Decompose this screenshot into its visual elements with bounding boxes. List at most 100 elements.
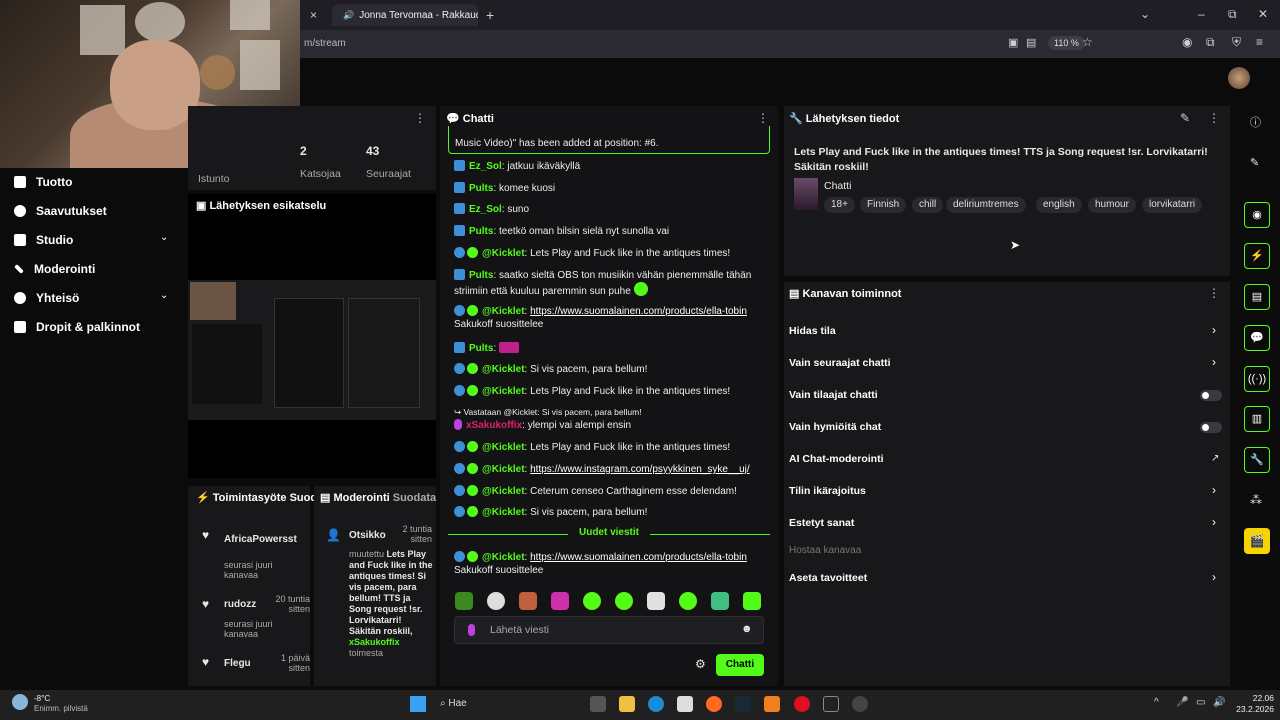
- tag-chip[interactable]: Finnish: [860, 197, 907, 213]
- tool-row-age-restriction[interactable]: Tilin ikärajoitus: [789, 485, 866, 497]
- reader-icon[interactable]: ▤: [1026, 36, 1036, 49]
- emote-icon[interactable]: [647, 592, 665, 610]
- weather-icon[interactable]: [12, 694, 28, 710]
- nav-item-yhteiso[interactable]: Yhteisö: [14, 291, 79, 305]
- clock-date[interactable]: 23.2.2026: [1226, 704, 1274, 714]
- extensions-icon[interactable]: ⧉: [1206, 35, 1215, 50]
- category-name[interactable]: Chatti: [824, 180, 851, 192]
- pencil-icon[interactable]: ✎: [1250, 156, 1259, 169]
- emote-icon[interactable]: [711, 592, 729, 610]
- stats-menu-icon[interactable]: ⋮: [414, 111, 426, 125]
- nav-item-saavutukset[interactable]: Saavutukset: [14, 204, 107, 218]
- volume-icon[interactable]: 🔊: [1213, 697, 1225, 708]
- tool-row-goals[interactable]: Aseta tavoitteet: [789, 572, 867, 584]
- terminal-icon[interactable]: [823, 696, 839, 712]
- chat-username[interactable]: @Kicklet: [482, 386, 525, 397]
- broadcast-tool-icon[interactable]: ((·)): [1244, 366, 1270, 392]
- moderation-user[interactable]: xSakukoffix: [349, 637, 400, 647]
- tray-chevron-icon[interactable]: ^: [1154, 697, 1159, 708]
- zoom-level[interactable]: 110 %: [1048, 36, 1085, 50]
- close-tab-left-icon[interactable]: ×: [310, 8, 317, 22]
- info-icon[interactable]: ⓘ: [1250, 114, 1261, 130]
- emote-icon[interactable]: [487, 592, 505, 610]
- tool-row-followers-only[interactable]: Vain seuraajat chatti: [789, 357, 891, 369]
- settings-icon[interactable]: [852, 696, 868, 712]
- emote-icon[interactable]: [615, 592, 633, 610]
- tab-list-chevron-icon[interactable]: ⌄: [1140, 7, 1150, 21]
- browser-tab[interactable]: 🔊 Jonna Tervomaa - Rakkaud ×: [332, 4, 478, 26]
- chat-username[interactable]: @Kicklet: [482, 306, 525, 317]
- maximize-button[interactable]: ⧉: [1228, 7, 1237, 22]
- network-icon[interactable]: ▭: [1196, 697, 1205, 708]
- emote-icon[interactable]: [583, 592, 601, 610]
- task-view-icon[interactable]: [590, 696, 606, 712]
- emote-icon[interactable]: [551, 592, 569, 610]
- chat-username[interactable]: @Kicklet: [482, 486, 525, 497]
- new-messages-divider[interactable]: Uudet viestit: [448, 527, 770, 541]
- tag-chip[interactable]: deliriumtremes: [946, 197, 1026, 213]
- chat-link[interactable]: https://www.instagram.com/psyykkinen_syk…: [530, 464, 750, 475]
- chat-link[interactable]: https://www.suomalainen.com/products/ell…: [530, 306, 747, 317]
- taskbar-search[interactable]: ⌕ Hae: [440, 698, 467, 709]
- account-icon[interactable]: ◉: [1182, 35, 1192, 49]
- tool-row-blocked-words[interactable]: Estetyt sanat: [789, 517, 854, 529]
- firefox-icon[interactable]: [706, 696, 722, 712]
- camera-tool-icon[interactable]: ◉: [1244, 202, 1270, 228]
- emoji-picker-icon[interactable]: ☻: [741, 623, 753, 635]
- chat-username[interactable]: Pults: [469, 183, 493, 194]
- chat-username[interactable]: @Kicklet: [482, 552, 525, 563]
- stream-info-menu-icon[interactable]: ⋮: [1208, 111, 1220, 125]
- chat-input-placeholder[interactable]: Lähetä viesti: [490, 624, 549, 636]
- channel-tools-menu-icon[interactable]: ⋮: [1208, 286, 1220, 300]
- lightning-tool-icon[interactable]: ⚡: [1244, 243, 1270, 269]
- chat-username[interactable]: @Kicklet: [482, 464, 525, 475]
- nav-item-studio[interactable]: Studio: [14, 233, 73, 247]
- moderation-filter[interactable]: Suodata: [393, 492, 436, 504]
- avatar[interactable]: [1228, 67, 1250, 89]
- clapperboard-icon[interactable]: 🎬: [1244, 528, 1270, 554]
- speaker-icon[interactable]: 🔊: [343, 10, 354, 21]
- mic-icon[interactable]: [468, 624, 475, 636]
- nodes-icon[interactable]: ⁂: [1250, 493, 1262, 507]
- chat-menu-icon[interactable]: ⋮: [757, 111, 769, 125]
- chat-username[interactable]: @Kicklet: [482, 248, 525, 259]
- chat-username[interactable]: xSakukoffix: [466, 420, 522, 431]
- tool-row-subscribers-only[interactable]: Vain tilaajat chatti: [789, 389, 878, 401]
- tag-chip[interactable]: lorvikatarri: [1142, 197, 1203, 213]
- chat-link[interactable]: https://www.suomalainen.com/products/ell…: [530, 552, 747, 563]
- activity-user[interactable]: AfricaPowersst: [224, 534, 308, 545]
- tool-row-ai-moderation[interactable]: AI Chat-moderointi: [789, 453, 884, 465]
- nav-item-dropit[interactable]: Dropit & palkinnot: [14, 320, 140, 334]
- store-icon[interactable]: [677, 696, 693, 712]
- activity-user[interactable]: rudozz: [224, 599, 256, 610]
- chevron-down-icon[interactable]: ⌄: [160, 232, 168, 243]
- emote-only-toggle[interactable]: [1200, 422, 1222, 433]
- chat-username[interactable]: @Kicklet: [482, 364, 525, 375]
- menu-icon[interactable]: ≡: [1256, 35, 1263, 49]
- chat-username[interactable]: Pults: [469, 226, 493, 237]
- chevron-right-icon[interactable]: ›: [1212, 355, 1216, 369]
- file-explorer-icon[interactable]: [619, 696, 635, 712]
- emote-icon[interactable]: [455, 592, 473, 610]
- nav-item-moderointi[interactable]: Moderointi: [14, 262, 95, 276]
- preview-video[interactable]: [188, 280, 436, 420]
- windows-start-icon[interactable]: [410, 696, 426, 712]
- wrench-tool-icon[interactable]: 🔧: [1244, 447, 1270, 473]
- activity-user[interactable]: Flegu: [224, 658, 251, 669]
- chevron-right-icon[interactable]: ›: [1212, 515, 1216, 529]
- chat-username[interactable]: Pults: [469, 343, 493, 354]
- url-text[interactable]: m/stream: [304, 38, 346, 49]
- weather-desc[interactable]: Enimm. pilvistä: [34, 704, 88, 713]
- chat-tool-icon[interactable]: 💬: [1244, 325, 1270, 351]
- chevron-down-icon[interactable]: ⌄: [160, 290, 168, 301]
- chevron-right-icon[interactable]: ›: [1212, 483, 1216, 497]
- vlc-icon[interactable]: [764, 696, 780, 712]
- emote-icon[interactable]: [519, 592, 537, 610]
- chat-username[interactable]: Ez_Sol: [469, 161, 502, 172]
- gear-icon[interactable]: ⚙: [695, 657, 706, 671]
- document-tool-icon[interactable]: ▤: [1244, 284, 1270, 310]
- chevron-right-icon[interactable]: ›: [1212, 323, 1216, 337]
- activity-filter[interactable]: Suod: [290, 492, 314, 504]
- tag-chip[interactable]: chill: [912, 197, 944, 213]
- weather-temp[interactable]: -8°C: [34, 694, 50, 703]
